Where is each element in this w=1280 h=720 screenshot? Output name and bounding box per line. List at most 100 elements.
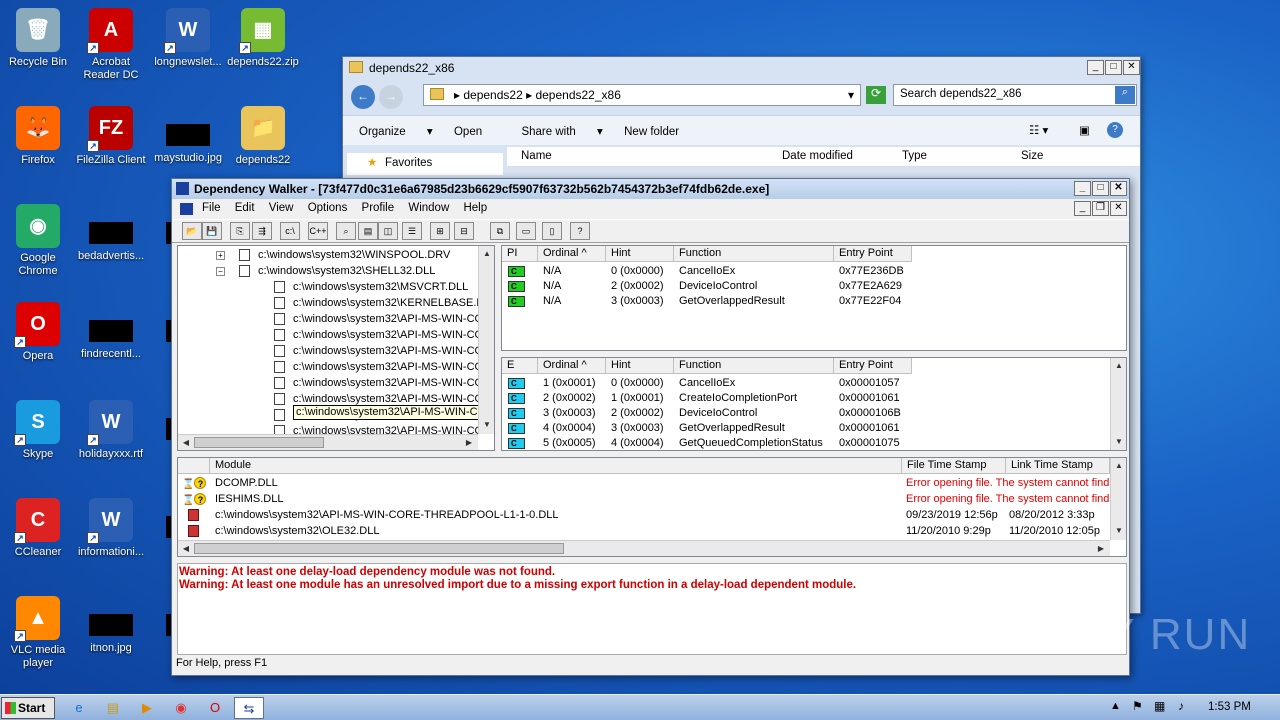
cell-function[interactable]: GetOverlappedResult	[679, 421, 785, 436]
menu-file[interactable]: File	[202, 202, 221, 214]
cell-entry[interactable]: 0x77E22F04	[839, 294, 901, 309]
new-folder-button[interactable]: New folder	[624, 126, 679, 138]
desktop-icon[interactable]: 🗑 Recycle Bin	[0, 8, 76, 69]
ie-icon[interactable]: e	[66, 697, 92, 719]
dw-titlebar[interactable]: Dependency Walker - [73f477d0c31e6a67985…	[172, 179, 1129, 199]
cell-entry[interactable]: 0x00001057	[839, 376, 900, 391]
cascade-icon[interactable]: ⧉	[490, 222, 510, 240]
media-player-icon[interactable]: ▶	[134, 697, 160, 719]
module-tree[interactable]: + c:\windows\system32\WINSPOOL.DRV − c:\win…	[177, 245, 495, 451]
menu-options[interactable]: Options	[308, 202, 348, 214]
desktop-icon[interactable]: FZ ↗ FileZilla Client	[73, 106, 149, 167]
breadcrumb-item[interactable]: depends22	[463, 88, 522, 102]
minimize-button[interactable]: _	[1074, 181, 1091, 196]
module-name[interactable]: IESHIMS.DLL	[215, 492, 283, 507]
scroll-right-icon[interactable]: ▶	[1094, 542, 1108, 556]
desktop-icon[interactable]: 🦊 Firefox	[0, 106, 76, 167]
tree-icon[interactable]: ⇶	[252, 222, 272, 240]
desktop-icon[interactable]: W ↗ holidayxxx.rtf	[73, 400, 149, 461]
desktop-icon[interactable]: findrecentl...	[73, 302, 149, 361]
tree-item[interactable]: c:\windows\system32\API-MS-WIN-CO	[274, 375, 483, 391]
desktop-icon[interactable]: ◉ Google Chrome	[0, 204, 76, 278]
expand-icon[interactable]: +	[216, 250, 225, 260]
cell-ordinal[interactable]: 2 (0x0002)	[543, 391, 596, 406]
column-header[interactable]: Hint	[606, 358, 674, 374]
cell-hint[interactable]: 3 (0x0003)	[611, 294, 664, 309]
cell-function[interactable]: DeviceIoControl	[679, 279, 757, 294]
tree-horizontal-scrollbar[interactable]: ◀ ▶	[178, 434, 478, 450]
tree-item[interactable]: c:\windows\system32\API-MS-WIN-CO	[274, 327, 483, 343]
desktop-icon[interactable]: W ↗ longnewslet...	[150, 8, 226, 69]
menu-profile[interactable]: Profile	[362, 202, 395, 214]
tree-vertical-scrollbar[interactable]: ▲ ▼	[478, 246, 494, 434]
column-header[interactable]: Ordinal ^	[538, 358, 606, 374]
favorites-nav[interactable]: ★ Favorites	[347, 153, 503, 175]
cell-function[interactable]: GetOverlappedResult	[679, 294, 785, 309]
maximize-button[interactable]: □	[1105, 60, 1122, 75]
dependency-walker-window[interactable]: Dependency Walker - [73f477d0c31e6a67985…	[171, 178, 1130, 676]
cell-function[interactable]: CancelIoEx	[679, 264, 735, 279]
breadcrumb-item[interactable]: depends22_x86	[535, 88, 620, 102]
path-icon[interactable]: c:\	[280, 222, 300, 240]
cell-ordinal[interactable]: 5 (0x0005)	[543, 436, 596, 450]
menu-help[interactable]: Help	[463, 202, 487, 214]
flag-icon[interactable]: ⚑	[1132, 699, 1143, 713]
desktop-icon[interactable]: O ↗ Opera	[0, 302, 76, 363]
desktop-icon[interactable]: S ↗ Skype	[0, 400, 76, 461]
list-icon[interactable]: ☰	[402, 222, 422, 240]
scroll-right-icon[interactable]: ▶	[462, 436, 476, 450]
scroll-left-icon[interactable]: ◀	[179, 542, 193, 556]
context-help-icon[interactable]: ?	[570, 222, 590, 240]
cell-ordinal[interactable]: 4 (0x0004)	[543, 421, 596, 436]
chrome-icon[interactable]: ◉	[168, 697, 194, 719]
cell-ordinal[interactable]: 1 (0x0001)	[543, 376, 596, 391]
tree-item[interactable]: c:\windows\system32\KERNELBASE.DLL	[274, 295, 494, 311]
copy-icon[interactable]: ⎘	[230, 222, 250, 240]
organize-button[interactable]: Organize ▾	[359, 126, 433, 138]
module-name[interactable]: c:\windows\system32\API-MS-WIN-CORE-THRE…	[215, 508, 559, 523]
scroll-thumb[interactable]	[194, 543, 564, 554]
minimize-button[interactable]: _	[1087, 60, 1104, 75]
close-button[interactable]: ✕	[1110, 181, 1127, 196]
save-icon[interactable]: 💾	[202, 222, 222, 240]
cell-entry[interactable]: 0x00001075	[839, 436, 900, 450]
view-options-icon[interactable]: ☷ ▾	[1029, 123, 1048, 137]
dependency-walker-task-icon[interactable]: ⇆	[234, 697, 264, 719]
parent-imports-list[interactable]: PI Ordinal ^ Hint Function Entry Point C N/A 0 …	[501, 245, 1127, 351]
modules-vertical-scrollbar[interactable]: ▲ ▼	[1110, 458, 1126, 540]
tile-horizontal-icon[interactable]: ▭	[516, 222, 536, 240]
forward-button[interactable]: →	[379, 85, 403, 109]
desktop-icon[interactable]: 📁 depends22	[225, 106, 301, 167]
clock[interactable]: 1:53 PM	[1208, 701, 1251, 713]
cell-hint[interactable]: 3 (0x0003)	[611, 421, 664, 436]
column-header[interactable]: Entry Point	[834, 358, 912, 374]
refresh-button[interactable]: ⟳	[866, 86, 886, 104]
chevron-down-icon[interactable]: ▾	[848, 88, 854, 102]
cell-entry[interactable]: 0x77E2A629	[839, 279, 902, 294]
desktop-icon[interactable]: bedadvertis...	[73, 204, 149, 263]
log-view[interactable]: Warning: At least one delay-load depende…	[177, 563, 1127, 655]
module-icon[interactable]: ▤	[358, 222, 378, 240]
preview-pane-icon[interactable]: ▣	[1079, 123, 1090, 137]
column-header[interactable]: Module	[210, 458, 902, 474]
tree-item[interactable]: c:\windows\system32\API-MS-WIN-CO	[274, 311, 483, 327]
child-close-button[interactable]: ✕	[1110, 201, 1127, 216]
scroll-down-icon[interactable]: ▼	[1112, 524, 1126, 538]
cell-hint[interactable]: 2 (0x0002)	[611, 406, 664, 421]
expand-icon[interactable]: ⊞	[430, 222, 450, 240]
tree-item[interactable]: + c:\windows\system32\WINSPOOL.DRV	[216, 247, 450, 263]
cell-hint[interactable]: 0 (0x0000)	[611, 376, 664, 391]
cell-hint[interactable]: 4 (0x0004)	[611, 436, 664, 450]
cell-ordinal[interactable]: N/A	[543, 279, 561, 294]
back-button[interactable]: ←	[351, 85, 375, 109]
cell-ordinal[interactable]: 3 (0x0003)	[543, 406, 596, 421]
tree-item[interactable]: c:\windows\system32\API-MS-WIN-CO	[274, 359, 483, 375]
cell-function[interactable]: CancelIoEx	[679, 376, 735, 391]
scroll-down-icon[interactable]: ▼	[1112, 435, 1126, 449]
module-name[interactable]: DCOMP.DLL	[215, 476, 278, 491]
desktop-icon[interactable]: maystudio.jpg	[150, 106, 226, 165]
column-header[interactable]: PI	[502, 246, 538, 262]
open-icon[interactable]: 📂	[182, 222, 202, 240]
scroll-left-icon[interactable]: ◀	[179, 436, 193, 450]
opera-icon[interactable]: O	[202, 697, 228, 719]
